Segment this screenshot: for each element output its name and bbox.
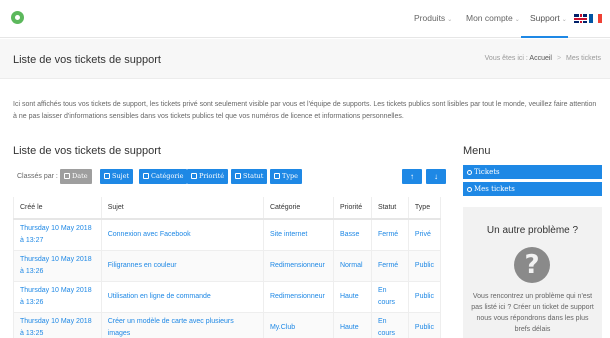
sort-descending-button[interactable]: ↓ [426,169,446,184]
cell-type[interactable]: Public [408,249,442,281]
user-icon [467,187,472,192]
nav-label: Mon compte [466,13,513,23]
sort-sujet-button[interactable]: Sujet [100,169,134,184]
cell-priority[interactable]: Basse [333,218,372,250]
sidebar-title: Menu [463,145,491,157]
table-row[interactable]: Thursday 10 May 2018 à 13:26 Filigrannes… [13,249,442,281]
square-icon [274,173,280,179]
sort-button-label: Sujet [112,172,130,180]
top-nav: Produits ⌄ Mon compte ⌄ Support ⌄ [0,0,610,38]
column-header[interactable]: Statut [371,197,409,220]
sort-button-label: Type [282,172,299,180]
section-title: Liste de vos tickets de support [13,145,161,157]
intro-text: Ici sont affichés tous vos tickets de su… [13,101,597,120]
sort-label: Classés par : [17,173,58,180]
nav-produits[interactable]: Produits ⌄ [414,13,452,23]
cell-category[interactable]: Redimensionneur [263,280,334,312]
breadcrumb: Vous êtes ici : Accueil > Mes tickets [485,55,601,62]
cell-type[interactable]: Public [408,280,442,312]
sort-button-label: Catégorie [151,172,184,180]
cell-category[interactable]: Redimensionneur [263,249,334,281]
sidebar-button-label: Tickets [474,168,500,176]
cell-priority[interactable]: Haute [333,311,372,338]
cell-subject[interactable]: Filigrannes en couleur [101,249,264,281]
help-title: Un autre problème ? [486,225,579,236]
chevron-down-icon: ⌄ [514,17,520,23]
question-icon [467,170,472,175]
square-icon [104,173,110,179]
cell-date[interactable]: Thursday 10 May 2018 à 13:25 [13,311,102,338]
sidebar-button-label: Mes tickets [474,185,515,193]
cell-type[interactable]: Public [408,311,442,338]
arrow-down-icon: ↓ [434,172,438,181]
nav-active-indicator [521,36,568,38]
table-row[interactable]: Thursday 10 May 2018 à 13:26 Utilisation… [13,280,442,312]
square-icon [235,173,241,179]
sort-button-label: Priorité [199,172,225,180]
logo-icon[interactable] [11,11,24,24]
column-header[interactable]: Créé le [13,197,102,220]
page-header: Liste de vos tickets de support Vous ête… [0,39,610,79]
cell-status[interactable]: En cours [371,311,409,338]
sort-date-button[interactable]: Date [60,169,92,184]
cell-subject[interactable]: Connexion avec Facebook [101,218,264,250]
sidebar-mes-tickets-button[interactable]: Mes tickets [463,182,602,196]
column-header[interactable]: Catégorie [263,197,334,220]
nav-label: Support [530,13,560,23]
cell-category[interactable]: Site internet [263,218,334,250]
square-icon [143,173,149,179]
nav-label: Produits [414,13,446,23]
help-box: Un autre problème ? ? Vous rencontrez un… [463,207,602,338]
cell-priority[interactable]: Normal [333,249,372,281]
breadcrumb-separator: > [556,55,562,62]
nav-support[interactable]: Support ⌄ [530,13,567,23]
cell-priority[interactable]: Haute [333,280,372,312]
help-text: Vous rencontrez un problème qui n'est pa… [471,293,594,333]
chevron-down-icon: ⌄ [561,17,567,23]
breadcrumb-home[interactable]: Accueil [529,55,552,62]
cell-date[interactable]: Thursday 10 May 2018 à 13:26 [13,249,102,281]
arrow-up-icon: ↑ [410,172,414,181]
cell-subject[interactable]: Utilisation en ligne de commande [101,280,264,312]
uk-flag-icon[interactable] [574,14,587,23]
check-icon [64,173,70,179]
cell-status[interactable]: Fermé [371,218,409,250]
sort-statut-button[interactable]: Statut [231,169,268,184]
column-header[interactable]: Sujet [101,197,264,220]
fr-flag-icon[interactable] [589,14,602,23]
cell-subject[interactable]: Créer un modèle de carte avec plusieurs … [101,311,264,338]
column-header[interactable]: Priorité [333,197,372,220]
cell-status[interactable]: En cours [371,280,409,312]
question-icon: ? [514,247,550,283]
tickets-table: Créé le Sujet Catégorie Priorité Statut … [13,197,442,338]
cell-type[interactable]: Privé [408,218,442,250]
sidebar-tickets-button[interactable]: Tickets [463,165,602,179]
cell-date[interactable]: Thursday 10 May 2018 à 13:26 [13,280,102,312]
sort-button-label: Date [72,172,88,180]
sort-categorie-button[interactable]: Catégorie [139,169,188,184]
sort-button-label: Statut [243,172,264,180]
column-header[interactable]: Type [408,197,442,220]
square-icon [191,173,197,179]
nav-mon-compte[interactable]: Mon compte ⌄ [466,13,520,23]
sort-priorite-button[interactable]: Priorité [187,169,229,184]
table-header-row: Créé le Sujet Catégorie Priorité Statut … [13,197,442,220]
chevron-down-icon: ⌄ [447,17,453,23]
cell-status[interactable]: Fermé [371,249,409,281]
breadcrumb-current: Mes tickets [565,55,601,62]
cell-category[interactable]: My.Club [263,311,334,338]
sort-type-button[interactable]: Type [270,169,303,184]
page-title: Liste de vos tickets de support [13,54,161,66]
sort-ascending-button[interactable]: ↑ [402,169,422,184]
breadcrumb-prefix: Vous êtes ici : [484,55,528,62]
cell-date[interactable]: Thursday 10 May 2018 à 13:27 [13,218,102,250]
table-row[interactable]: Thursday 10 May 2018 à 13:27 Connexion a… [13,218,442,250]
table-row[interactable]: Thursday 10 May 2018 à 13:25 Créer un mo… [13,311,442,338]
